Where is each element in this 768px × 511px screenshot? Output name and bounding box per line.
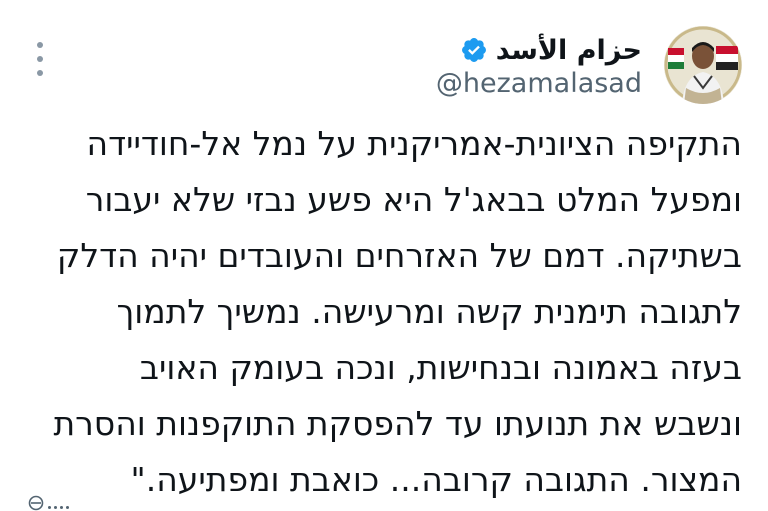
author-handle[interactable]: @hezamalasad <box>436 68 642 99</box>
tweet-text-line: המצור. התגובה קרובה... כואבת ומפתיעה." <box>130 460 742 499</box>
avatar[interactable] <box>664 26 742 104</box>
tweet-text-line: בעזה באמונה ובנחישות, ונכה בעומק האויב <box>139 348 742 387</box>
display-name[interactable]: حزام الأسد <box>496 35 642 66</box>
more-options-icon[interactable] <box>30 42 50 76</box>
ellipsis-icon <box>48 503 69 511</box>
author-name-row[interactable]: حزام الأسد <box>460 30 642 70</box>
tweet-text-line: התקיפה הציונית-אמריקנית על נמל אל-חודייד… <box>86 124 742 163</box>
tweet-card: حزام الأسد @hezamalasad התקיפה הציונית-א… <box>0 0 768 511</box>
more-dot <box>37 56 43 62</box>
globe-icon <box>28 495 44 511</box>
tweet-text-line: ומפעל המלט בבאג'ל היא פשע נבזי שלא יעבור <box>85 180 742 219</box>
more-dot <box>37 70 43 76</box>
tweet-body: התקיפה הציונית-אמריקנית על נמל אל-חודייד… <box>18 116 742 508</box>
more-dot <box>37 42 43 48</box>
translate-hint[interactable] <box>28 493 69 511</box>
tweet-text-line: בשתיקה. דמם של האזרחים והעובדים יהיה הדל… <box>56 236 742 275</box>
tweet-text-line: ונשבש את תנועתו עד להפסקת התוקפנות והסרת <box>53 404 742 443</box>
avatar-image <box>664 26 742 104</box>
tweet-text-line: לתגובה תימנית קשה ומרעישה. נמשיך לתמוך <box>116 292 742 331</box>
verified-badge-icon <box>461 38 486 62</box>
